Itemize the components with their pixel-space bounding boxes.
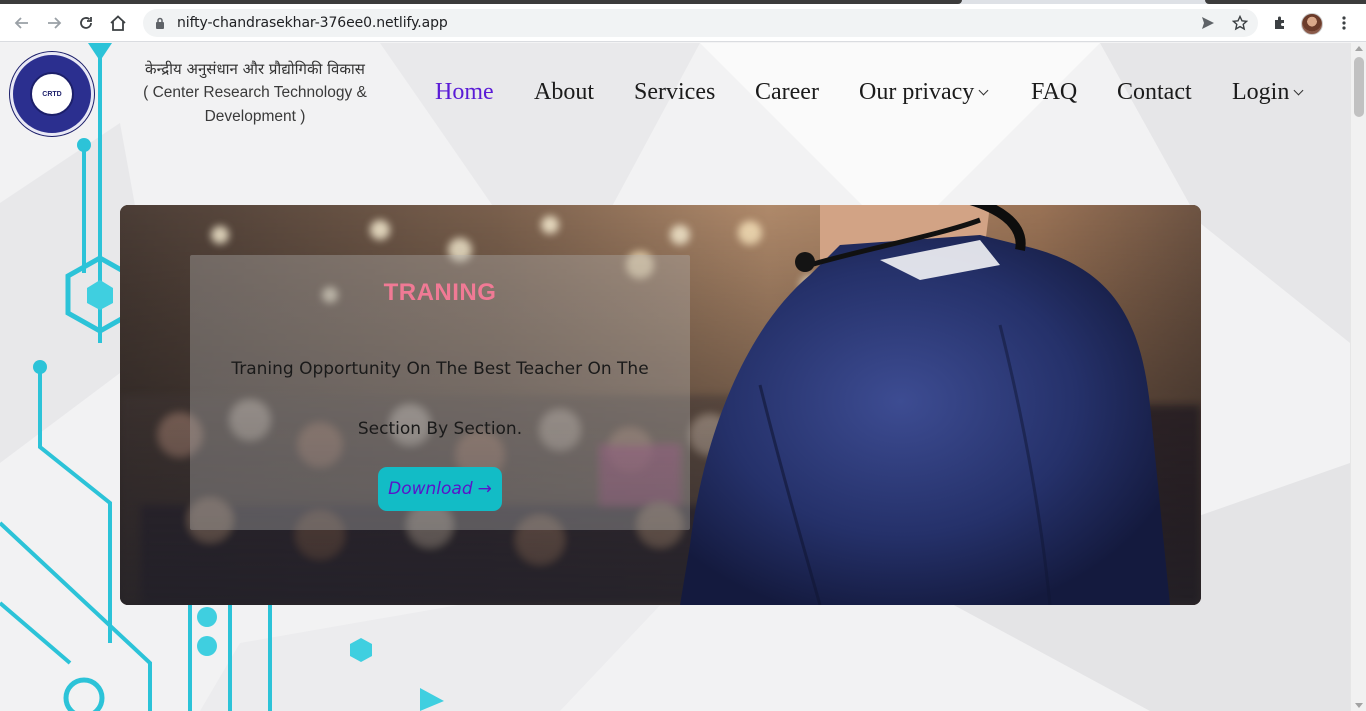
brand-english: ( Center Research Technology & Developme… [143, 84, 367, 125]
logo-emblem: CRTD [30, 72, 74, 116]
hero-banner: TRANING Traning Opportunity On The Best … [120, 205, 1201, 605]
bookmark-star-icon[interactable] [1229, 12, 1251, 34]
url-text[interactable]: nifty-chandrasekhar-376ee0.netlify.app [177, 15, 448, 31]
kebab-menu-icon[interactable] [1333, 12, 1355, 34]
nav-career[interactable]: Career [755, 77, 819, 107]
forward-button[interactable] [43, 12, 65, 34]
arrow-left-icon [14, 17, 28, 29]
lock-icon [153, 16, 167, 30]
send-tab-icon[interactable] [1197, 12, 1219, 34]
address-bar[interactable]: nifty-chandrasekhar-376ee0.netlify.app [143, 9, 1258, 37]
nav-services[interactable]: Services [634, 77, 715, 107]
nav-about[interactable]: About [534, 77, 594, 107]
profile-avatar[interactable] [1301, 13, 1323, 35]
chevron-down-icon [1293, 85, 1304, 96]
site-brand: केन्द्रीय अनुसंधान और प्रौद्योगिकी विकास… [126, 57, 384, 129]
nav-career-label: Career [755, 79, 819, 105]
browser-toolbar: nifty-chandrasekhar-376ee0.netlify.app [0, 4, 1366, 42]
hero-card: TRANING Traning Opportunity On The Best … [190, 255, 690, 530]
page-content: CRTD केन्द्रीय अनुसंधान और प्रौद्योगिकी … [0, 43, 1350, 711]
site-logo[interactable]: CRTD [10, 52, 94, 136]
nav-our-privacy[interactable]: Our privacy [859, 77, 989, 107]
hero-description: Traning Opportunity On The Best Teacher … [231, 359, 649, 439]
nav-faq[interactable]: FAQ [1031, 77, 1077, 107]
reload-icon [80, 17, 92, 29]
reload-button[interactable] [75, 12, 97, 34]
nav-contact-label: Contact [1117, 79, 1192, 105]
nav-login[interactable]: Login [1232, 77, 1304, 107]
nav-home-label: Home [435, 79, 494, 105]
hero-title: TRANING [383, 279, 497, 306]
back-button[interactable] [11, 12, 33, 34]
scroll-down-icon[interactable] [1355, 703, 1363, 708]
nav-about-label: About [534, 79, 594, 105]
nav-contact[interactable]: Contact [1117, 77, 1192, 107]
scrollbar-thumb[interactable] [1354, 57, 1364, 117]
logo-text: CRTD [42, 90, 62, 98]
nav-services-label: Services [634, 79, 716, 105]
arrow-right-icon [48, 17, 62, 29]
arrow-right-icon: → [477, 479, 492, 499]
nav-faq-label: FAQ [1031, 79, 1078, 105]
home-icon [110, 15, 126, 31]
download-button[interactable]: Download → [378, 467, 502, 511]
chevron-down-icon [978, 85, 989, 96]
home-button[interactable] [107, 12, 129, 34]
scroll-up-icon[interactable] [1355, 46, 1363, 51]
page-scrollbar[interactable] [1350, 43, 1366, 711]
nav-login-label: Login [1232, 79, 1290, 105]
nav-home[interactable]: Home [435, 77, 494, 107]
nav-our-privacy-label: Our privacy [859, 79, 975, 105]
brand-hindi: केन्द्रीय अनुसंधान और प्रौद्योगिकी विकास [145, 60, 365, 78]
download-button-label: Download [388, 479, 473, 499]
extensions-puzzle-icon[interactable] [1269, 12, 1291, 34]
